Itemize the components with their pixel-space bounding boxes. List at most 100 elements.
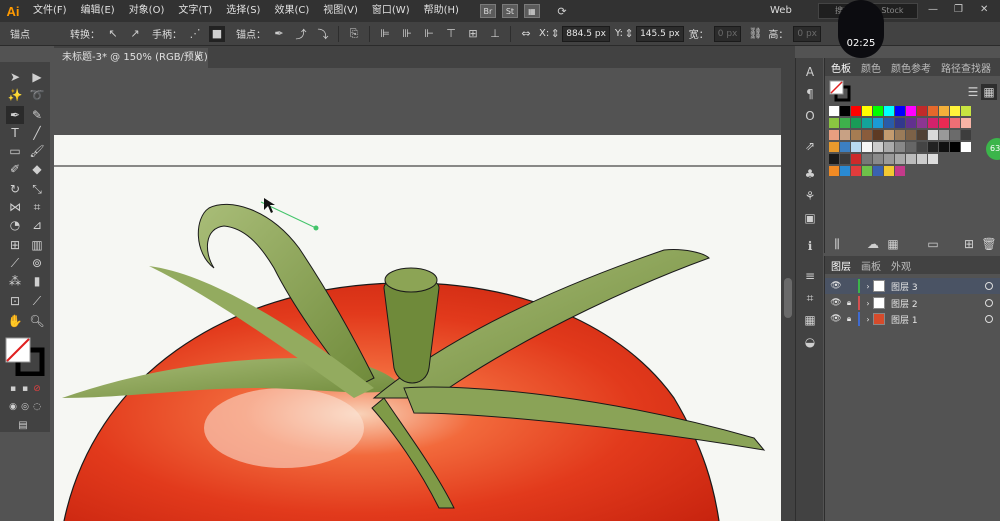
color-swatch[interactable] — [829, 106, 839, 116]
align-top-icon[interactable]: ⊤ — [443, 26, 459, 42]
lock-icon[interactable]: 🔒︎ — [843, 298, 855, 308]
menu-object[interactable]: 对象(O) — [122, 0, 172, 22]
show-handles-icon[interactable]: ⋰ — [187, 26, 203, 42]
grid-view-icon[interactable]: ▦ — [981, 84, 997, 100]
expand-arrow-icon[interactable]: › — [863, 315, 873, 324]
color-swatch[interactable] — [950, 118, 960, 128]
color-swatch[interactable] — [939, 142, 949, 152]
swatch-libraries-icon[interactable]: ⫼ — [829, 236, 845, 252]
draw-inside-icon[interactable]: ◌ — [28, 398, 46, 416]
character-panel-icon[interactable]: A — [802, 64, 818, 80]
color-swatch[interactable] — [840, 154, 850, 164]
fill-stroke-icon[interactable] — [4, 336, 48, 376]
vertical-scrollbar[interactable] — [781, 68, 795, 521]
new-swatch-icon[interactable]: ⊞ — [961, 236, 977, 252]
maximize-icon[interactable]: ❐ — [954, 4, 963, 15]
direct-selection-tool-icon[interactable]: ▶ — [28, 68, 46, 86]
layer-row[interactable]: 👁︎ 🔒︎ › 图层 1 — [825, 311, 1000, 327]
color-swatch[interactable] — [895, 166, 905, 176]
brushes-panel-icon[interactable]: ⚘ — [802, 188, 818, 204]
shaper-tool-icon[interactable]: ✐ — [6, 160, 24, 178]
expand-arrow-icon[interactable]: › — [863, 282, 873, 291]
rectangle-tool-icon[interactable]: ▭ — [6, 142, 24, 160]
color-swatch[interactable] — [961, 118, 971, 128]
paragraph-panel-icon[interactable]: ¶ — [802, 86, 818, 102]
zoom-tool-icon[interactable]: 🔍︎ — [28, 312, 46, 330]
color-swatch[interactable] — [895, 154, 905, 164]
color-swatch[interactable] — [906, 142, 916, 152]
color-swatch[interactable] — [884, 166, 894, 176]
color-swatch[interactable] — [884, 118, 894, 128]
color-swatch[interactable] — [840, 118, 850, 128]
layer-name[interactable]: 图层 3 — [891, 280, 981, 293]
color-swatch[interactable] — [928, 106, 938, 116]
menu-view[interactable]: 视图(V) — [316, 0, 365, 22]
align-bottom-icon[interactable]: ⊥ — [487, 26, 503, 42]
color-swatch[interactable] — [884, 142, 894, 152]
color-swatch[interactable] — [829, 142, 839, 152]
bridge-icon[interactable]: Br — [479, 4, 496, 18]
gradient-tool-icon[interactable]: ▥ — [28, 236, 46, 254]
tab-pathfinder[interactable]: 路径查找器 — [941, 60, 991, 75]
color-swatch[interactable] — [917, 154, 927, 164]
scrollbar-thumb[interactable] — [784, 278, 792, 318]
color-swatch[interactable] — [829, 118, 839, 128]
color-swatch[interactable] — [928, 142, 938, 152]
layer-row[interactable]: 👁︎ 🔒︎ › 图层 2 — [825, 295, 1000, 311]
color-swatch[interactable] — [873, 106, 883, 116]
line-tool-icon[interactable]: ╱ — [28, 124, 46, 142]
align-left-icon[interactable]: ⊫ — [377, 26, 393, 42]
color-swatch[interactable] — [950, 142, 960, 152]
color-swatch[interactable] — [884, 130, 894, 140]
color-swatch[interactable] — [873, 118, 883, 128]
graphic-styles-panel-icon[interactable]: ▣ — [802, 210, 818, 226]
type-tool-icon[interactable]: T — [6, 124, 24, 142]
color-swatch[interactable] — [906, 118, 916, 128]
color-swatch[interactable] — [928, 154, 938, 164]
color-swatch[interactable] — [862, 118, 872, 128]
y-field[interactable]: 145.5 px — [636, 25, 684, 42]
close-icon[interactable]: ✕ — [980, 4, 988, 15]
layer-name[interactable]: 图层 1 — [891, 313, 981, 326]
color-swatch[interactable] — [862, 166, 872, 176]
color-swatch[interactable] — [906, 154, 916, 164]
menu-window[interactable]: 窗口(W) — [365, 0, 417, 22]
color-swatch[interactable] — [950, 130, 960, 140]
list-view-icon[interactable]: ☰ — [965, 84, 981, 100]
color-swatch[interactable] — [840, 166, 850, 176]
link-icon[interactable]: ⛓ — [747, 26, 763, 42]
color-swatch[interactable] — [906, 130, 916, 140]
color-swatch[interactable] — [851, 166, 861, 176]
cut-path-icon[interactable]: ⤴ — [293, 26, 309, 42]
target-circle-icon[interactable] — [985, 282, 993, 290]
color-swatch[interactable] — [862, 142, 872, 152]
none-mode-icon[interactable]: ⊘ — [28, 380, 46, 398]
color-swatch[interactable] — [862, 154, 872, 164]
color-swatch[interactable] — [895, 142, 905, 152]
menu-select[interactable]: 选择(S) — [219, 0, 267, 22]
layer-row[interactable]: 👁︎ › 图层 3 — [825, 278, 1000, 294]
fill-stroke-mini-icon[interactable] — [829, 80, 851, 102]
transparency-panel-icon[interactable]: ◒ — [802, 334, 818, 350]
color-swatch[interactable] — [851, 154, 861, 164]
color-swatch[interactable] — [873, 130, 883, 140]
color-swatch[interactable] — [895, 130, 905, 140]
swatch-kind-icon[interactable]: ▦ — [885, 236, 901, 252]
h-field[interactable]: 0 px — [793, 25, 822, 42]
pen-tool-icon[interactable]: ✒ — [6, 106, 24, 124]
x-field[interactable]: 884.5 px — [562, 25, 610, 42]
color-swatch[interactable] — [851, 118, 861, 128]
rotate-tool-icon[interactable]: ↻ — [6, 180, 24, 198]
selection-tool-icon[interactable]: ➤ — [6, 68, 24, 86]
color-swatch[interactable] — [917, 106, 927, 116]
info-panel-icon[interactable]: ℹ — [802, 238, 818, 254]
color-swatch[interactable] — [939, 106, 949, 116]
color-swatch[interactable] — [873, 154, 883, 164]
transform-icon[interactable]: ⇔ — [518, 26, 534, 42]
color-swatch[interactable] — [829, 130, 839, 140]
eyedropper-tool-icon[interactable]: ⟋ — [6, 254, 24, 272]
column-graph-tool-icon[interactable]: ▮ — [28, 272, 46, 290]
color-swatch[interactable] — [840, 130, 850, 140]
color-swatch[interactable] — [917, 130, 927, 140]
w-field[interactable]: 0 px — [713, 25, 742, 42]
